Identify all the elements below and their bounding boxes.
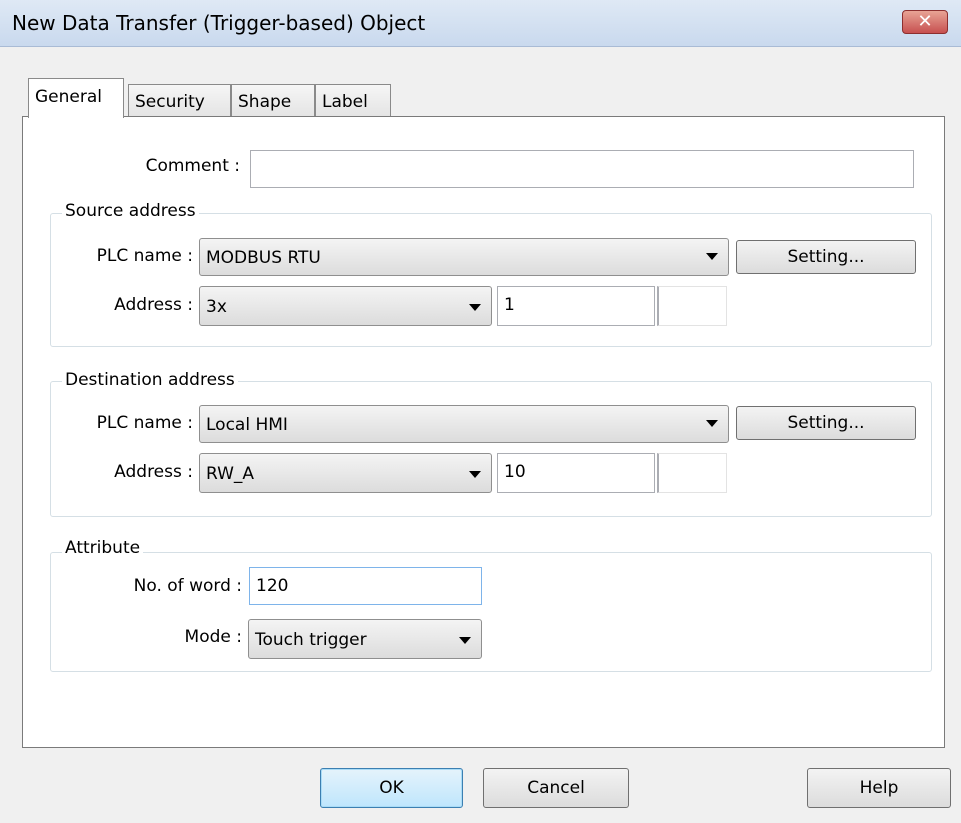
destination-address-group <box>50 381 932 517</box>
tab-label[interactable]: Label <box>315 84 391 118</box>
destination-address-type-dropdown[interactable]: RW_A <box>199 453 492 493</box>
comment-input[interactable] <box>250 150 914 188</box>
tab-label-label: Label <box>322 92 368 112</box>
help-button[interactable]: Help <box>807 768 951 808</box>
tab-security[interactable]: Security <box>128 84 231 118</box>
close-button[interactable]: ✕ <box>902 10 948 34</box>
source-address-type-value: 3x <box>206 297 227 317</box>
destination-address-type-value: RW_A <box>206 464 255 484</box>
destination-plc-name-label: PLC name : <box>96 413 193 433</box>
destination-setting-button[interactable]: Setting... <box>736 406 916 440</box>
destination-address-index-input[interactable] <box>657 453 727 493</box>
mode-label: Mode : <box>184 627 242 647</box>
destination-plc-name-dropdown[interactable]: Local HMI <box>199 405 729 443</box>
source-address-input[interactable]: 1 <box>497 286 655 326</box>
destination-plc-name-value: Local HMI <box>206 415 288 435</box>
cancel-button[interactable]: Cancel <box>483 768 629 808</box>
dialog-title: New Data Transfer (Trigger-based) Object <box>12 11 426 35</box>
tab-general-label: General <box>35 87 102 107</box>
tab-general[interactable]: General <box>28 78 124 118</box>
mode-value: Touch trigger <box>255 630 367 650</box>
tab-security-label: Security <box>135 92 205 112</box>
source-address-type-dropdown[interactable]: 3x <box>199 286 492 326</box>
attribute-group <box>50 552 932 672</box>
destination-address-label: Address : <box>114 462 193 482</box>
no-of-word-input[interactable]: 120 <box>249 567 482 605</box>
source-address-legend: Source address <box>62 201 199 221</box>
chevron-down-icon <box>469 471 481 478</box>
source-plc-name-label: PLC name : <box>96 246 193 266</box>
destination-address-legend: Destination address <box>62 370 238 390</box>
chevron-down-icon <box>469 304 481 311</box>
ok-button[interactable]: OK <box>320 768 463 808</box>
source-plc-name-dropdown[interactable]: MODBUS RTU <box>199 238 729 276</box>
source-address-index-input[interactable] <box>657 286 727 326</box>
chevron-down-icon <box>706 253 718 260</box>
source-address-label: Address : <box>114 295 193 315</box>
chevron-down-icon <box>459 637 471 644</box>
source-plc-name-value: MODBUS RTU <box>206 248 321 268</box>
no-of-word-label: No. of word : <box>133 576 242 596</box>
attribute-legend: Attribute <box>62 538 144 558</box>
tab-shape-label: Shape <box>238 92 292 112</box>
source-address-group <box>50 213 932 347</box>
source-setting-button[interactable]: Setting... <box>736 240 916 274</box>
comment-label: Comment : <box>145 156 240 176</box>
tab-shape[interactable]: Shape <box>231 84 315 118</box>
destination-address-input[interactable]: 10 <box>497 453 655 493</box>
mode-dropdown[interactable]: Touch trigger <box>248 619 482 659</box>
close-icon: ✕ <box>917 11 933 32</box>
chevron-down-icon <box>706 420 718 427</box>
